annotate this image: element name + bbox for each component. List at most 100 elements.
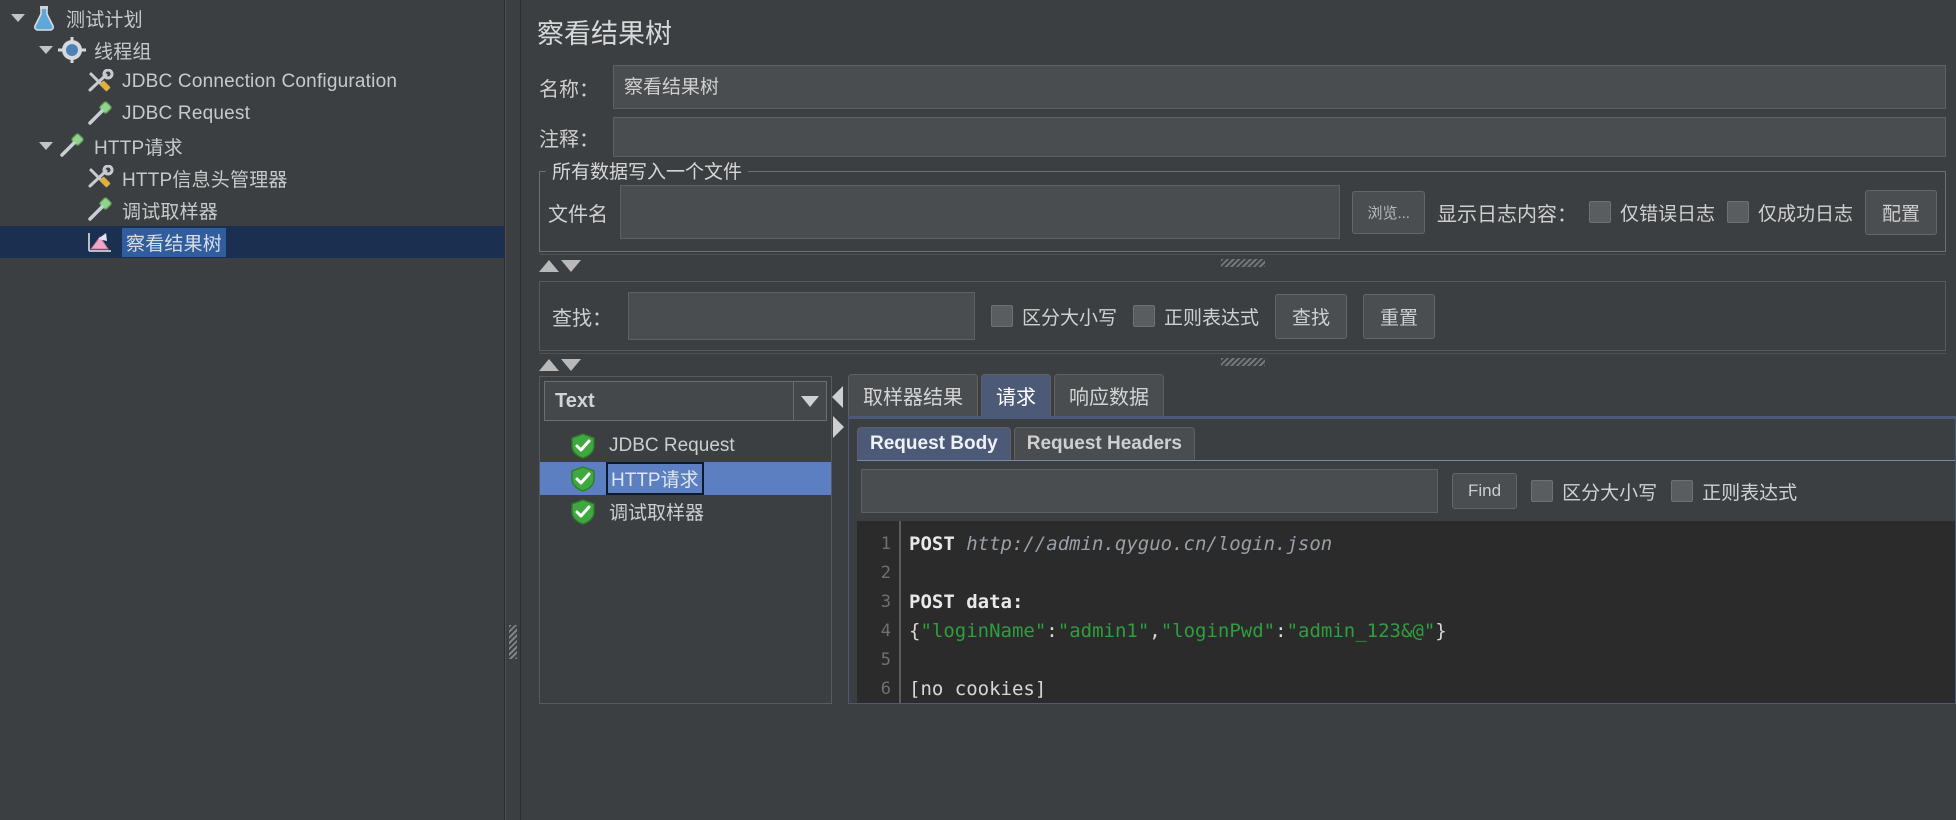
errors-only-label: 仅错误日志 [1619, 203, 1715, 225]
tree-item-7[interactable]: 察看结果树 [0, 226, 504, 258]
results-splitter[interactable] [832, 376, 848, 704]
line-number: 4 [880, 621, 891, 642]
search-case-label: 区分大小写 [1022, 307, 1118, 329]
splitter-dots-icon-2 [1220, 358, 1265, 366]
result-tab-0[interactable]: 取样器结果 [848, 374, 978, 416]
search-regex-checkbox-wrap[interactable]: 正则表达式 [1133, 303, 1259, 330]
filename-label: 文件名 [548, 203, 608, 226]
tree-expand-toggle-icon[interactable] [8, 8, 28, 28]
search-case-checkbox[interactable] [991, 305, 1013, 327]
search-case-checkbox-wrap[interactable]: 区分大小写 [991, 303, 1117, 330]
code-line-4: {"loginName":"admin1","loginPwd":"admin_… [909, 617, 1955, 646]
code-token: "admin_123&@" [1286, 620, 1436, 643]
test-plan-tree-pane: 测试计划 线程组 JDBC Connection Configuration JDBC… [0, 0, 505, 820]
collapse-up-icon-2[interactable] [539, 359, 559, 371]
code-token: "admin1" [1057, 620, 1150, 643]
test-plan-tree[interactable]: 测试计划 线程组 JDBC Connection Configuration JDBC… [0, 0, 504, 258]
success-only-checkbox-wrap[interactable]: 仅成功日志 [1726, 199, 1853, 226]
errors-only-checkbox-wrap[interactable]: 仅错误日志 [1588, 199, 1715, 226]
search-panel: 查找： 区分大小写 正则表达式 查找 重置 [539, 281, 1946, 351]
code-token: POST [909, 533, 967, 556]
request-regex-checkbox-wrap[interactable]: 正则表达式 [1671, 478, 1797, 505]
result-detail-pane: 取样器结果 请求 响应数据 Request Body Request Headers … [848, 374, 1956, 704]
request-regex-checkbox[interactable] [1671, 480, 1694, 503]
request-case-checkbox[interactable] [1531, 480, 1554, 503]
tree-item-3[interactable]: JDBC Request [0, 98, 504, 130]
tree-item-4[interactable]: HTTP请求 [0, 130, 504, 162]
browse-button[interactable]: 浏览... [1352, 190, 1425, 234]
request-body-viewer[interactable]: 1234567 POST http://admin.qyguo.cn/login… [857, 521, 1955, 703]
sampler-result-list[interactable]: JDBC Request HTTP请求调试取样器 [540, 425, 831, 703]
splitter-one-touch-top[interactable] [539, 254, 1946, 277]
code-token: : [1275, 620, 1287, 643]
comment-input[interactable] [613, 117, 1946, 157]
search-find-button[interactable]: 查找 [1275, 293, 1348, 339]
collapse-down-icon-2[interactable] [561, 359, 581, 371]
tree-item-label: HTTP请求 [94, 137, 183, 159]
result-tab-1[interactable]: 请求 [981, 374, 1051, 416]
tree-item-1[interactable]: 线程组 [0, 34, 504, 66]
result-tabs[interactable]: 取样器结果 请求 响应数据 [848, 374, 1956, 416]
errors-only-checkbox[interactable] [1588, 201, 1611, 223]
vertical-splitter[interactable] [505, 0, 521, 820]
gear-icon [58, 37, 88, 63]
request-body-text[interactable]: POST http://admin.qyguo.cn/login.json PO… [901, 521, 1955, 703]
renderer-value: Text [555, 389, 595, 412]
code-token: , [1149, 620, 1161, 643]
code-token: [no cookies] [909, 678, 1047, 701]
request-subtab-1[interactable]: Request Headers [1013, 426, 1195, 460]
code-token: : [1046, 620, 1058, 643]
chevron-down-icon[interactable] [793, 382, 826, 420]
success-only-label: 仅成功日志 [1757, 203, 1853, 225]
success-shield-icon [570, 498, 596, 525]
tree-expand-toggle-icon[interactable] [36, 40, 56, 60]
splitter-one-touch-bottom[interactable] [539, 353, 1946, 376]
filename-input[interactable] [620, 185, 1341, 239]
tree-item-2[interactable]: JDBC Connection Configuration [0, 66, 504, 98]
search-input[interactable] [628, 292, 975, 340]
tree-item-6[interactable]: 调试取样器 [0, 194, 504, 226]
sampler-result-item-1[interactable]: HTTP请求 [540, 462, 831, 495]
search-label: 查找： [552, 307, 612, 330]
sampler-result-item-0[interactable]: JDBC Request [540, 429, 831, 462]
splitter-left-arrow-icon[interactable] [832, 386, 843, 408]
tree-item-label: 调试取样器 [122, 201, 219, 223]
code-token: } [1435, 620, 1447, 643]
success-only-checkbox[interactable] [1726, 201, 1749, 223]
code-line-3: POST data: [909, 588, 1955, 617]
tree-item-label: HTTP信息头管理器 [122, 169, 288, 191]
sampler-result-label: 调试取样器 [609, 503, 705, 524]
code-line-1: POST http://admin.qyguo.cn/login.json [909, 530, 1955, 559]
renderer-dropdown[interactable]: Text [544, 381, 827, 421]
tree-item-5[interactable]: HTTP信息头管理器 [0, 162, 504, 194]
search-regex-checkbox[interactable] [1133, 305, 1156, 327]
results-area: Text JDBC Request HTTP请求调试取样器 取样器结果 请求 响应数据… [539, 374, 1956, 704]
pipette-icon [86, 101, 116, 127]
splitter-right-arrow-icon[interactable] [833, 416, 844, 438]
name-input[interactable]: 察看结果树 [613, 65, 1946, 109]
request-subtabs[interactable]: Request Body Request Headers [857, 426, 1955, 460]
sampler-result-item-2[interactable]: 调试取样器 [540, 495, 831, 528]
collapse-up-icon[interactable] [539, 260, 559, 272]
search-reset-button[interactable]: 重置 [1363, 293, 1436, 339]
write-all-data-legend: 所有数据写入一个文件 [546, 157, 749, 184]
tree-item-0[interactable]: 测试计划 [0, 2, 504, 34]
request-find-button[interactable]: Find [1452, 473, 1518, 510]
code-token: "loginName" [920, 620, 1047, 643]
tree-expand-toggle-icon[interactable] [36, 136, 56, 156]
request-case-label: 区分大小写 [1562, 482, 1658, 504]
request-find-input[interactable] [861, 469, 1438, 514]
request-case-checkbox-wrap[interactable]: 区分大小写 [1531, 478, 1657, 505]
request-subtab-0[interactable]: Request Body [857, 426, 1011, 460]
configure-button[interactable]: 配置 [1864, 189, 1937, 235]
result-tab-2[interactable]: 响应数据 [1054, 374, 1164, 416]
line-number: 2 [880, 563, 891, 584]
sampler-result-label: JDBC Request [609, 434, 735, 456]
collapse-down-icon[interactable] [561, 260, 581, 272]
filename-row: 文件名 浏览... 显示日志内容： 仅错误日志 仅成功日志 配置 [548, 185, 1937, 239]
results-tree-icon [86, 229, 116, 255]
code-token: http://admin.qyguo.cn/login.json [966, 533, 1333, 556]
request-find-bar: Find 区分大小写 正则表达式 [857, 461, 1955, 521]
page-title: 察看结果树 [537, 19, 672, 49]
